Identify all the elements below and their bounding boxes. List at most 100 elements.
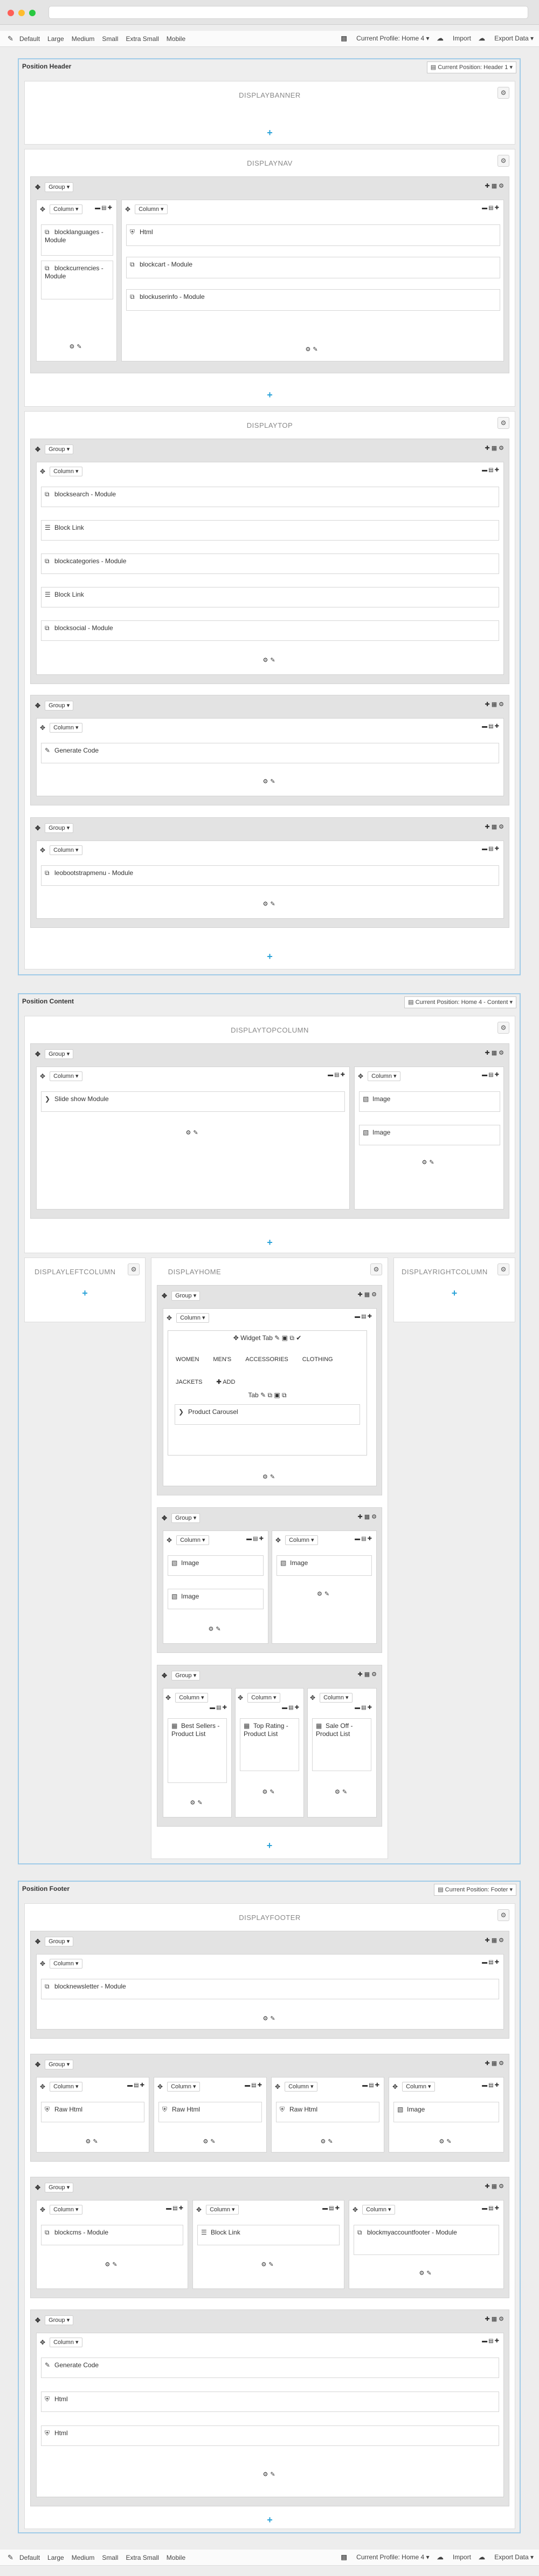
group-dropdown[interactable]: Group ▾ — [45, 823, 74, 833]
column-tools[interactable]: ▬▤✚ — [482, 205, 500, 211]
column-footer-tools[interactable]: ⚙✎ — [163, 1625, 268, 1632]
add-group-icon[interactable]: + — [266, 390, 274, 400]
group-control[interactable]: ✥ Group ▾ — [35, 2315, 74, 2325]
module-image[interactable]: ▧ Image — [393, 2102, 499, 2122]
module-raw-html[interactable]: ⛨ Raw Html — [158, 2102, 262, 2122]
group-control[interactable]: ✥ Group ▾ — [35, 2183, 74, 2192]
widget-tab-header[interactable]: ✥ Widget Tab ✎ ▣ ⧉ ✔ — [171, 1334, 363, 1342]
module-blockcms[interactable]: ⧉ blockcms - Module — [41, 2225, 183, 2245]
column-dropdown[interactable]: Column ▾ — [176, 1535, 209, 1545]
column-control[interactable]: ✥ Column ▾ — [275, 2082, 317, 2092]
column-footer-tools[interactable]: ⚙✎ — [37, 2471, 503, 2478]
add-tab-button[interactable]: ✚ ADD — [217, 1378, 250, 1386]
move-icon[interactable]: ✥ — [162, 1514, 167, 1522]
move-icon[interactable]: ✥ — [35, 702, 40, 709]
profile-dropdown[interactable]: ▤ Current Profile: Home 4 ▾ — [341, 2553, 429, 2561]
column-control[interactable]: ✥ Column ▾ — [167, 1313, 209, 1323]
column-dropdown[interactable]: Column ▾ — [247, 1693, 280, 1703]
group-dropdown[interactable]: Group ▾ — [45, 445, 74, 454]
column-control[interactable]: ✥ Column ▾ — [165, 1693, 208, 1703]
module-blocknewsletter[interactable]: ⧉ blocknewsletter - Module — [41, 1979, 499, 1999]
device-medium[interactable]: Medium — [72, 35, 95, 43]
module-slideshow[interactable]: ❯ Slide show Module — [41, 1091, 345, 1112]
module-raw-html[interactable]: ⛨ Raw Html — [276, 2102, 379, 2122]
column-control[interactable]: ✥ Column ▾ — [40, 2082, 82, 2092]
module-generate-code[interactable]: ✎ Generate Code — [41, 2358, 499, 2378]
module-blocksocial[interactable]: ⧉ blocksocial - Module — [41, 620, 499, 641]
move-icon[interactable]: ✥ — [35, 2061, 40, 2068]
column-footer-tools[interactable]: ⚙✎ — [163, 1799, 231, 1806]
module-html[interactable]: ⛨ Html — [41, 2391, 499, 2412]
group-tools[interactable]: ✚▦⚙ — [485, 1049, 506, 1056]
module-blockcurrencies[interactable]: ⧉ blockcurrencies - Module — [41, 261, 113, 299]
column-footer-tools[interactable]: ⚙✎ — [154, 2138, 266, 2145]
move-icon[interactable]: ✥ — [35, 2184, 40, 2191]
column-footer-tools[interactable]: ⚙✎ — [163, 1473, 376, 1480]
module-blockcategories[interactable]: ⧉ blockcategories - Module — [41, 554, 499, 574]
move-icon[interactable]: ✥ — [35, 1938, 40, 1945]
group-tools[interactable]: ✚▦⚙ — [485, 2060, 506, 2067]
export-button[interactable]: ☁ Export Data ▾ — [479, 35, 534, 42]
add-group-icon[interactable]: + — [81, 1288, 89, 1298]
move-icon[interactable]: ✥ — [162, 1292, 167, 1300]
column-dropdown[interactable]: Column ▾ — [320, 1693, 353, 1703]
module-leobootstrapmenu[interactable]: ⧉ leobootstrapmenu - Module — [41, 865, 499, 886]
add-group-icon[interactable]: + — [266, 2515, 274, 2525]
group-control[interactable]: ✥ Group ▾ — [35, 445, 74, 454]
column-tools[interactable]: ▬▤✚ — [166, 2205, 184, 2211]
column-tools[interactable]: ▬▤✚ — [355, 1705, 373, 1711]
column-footer-tools[interactable]: ⚙✎ — [272, 1590, 376, 1597]
column-tools[interactable]: ▬▤✚ — [322, 2205, 341, 2211]
column-dropdown[interactable]: Column ▾ — [167, 2082, 200, 2092]
group-dropdown[interactable]: Group ▾ — [45, 2315, 74, 2325]
column-footer-tools[interactable]: ⚙✎ — [193, 2261, 344, 2268]
column-footer-tools[interactable]: ⚙✎ — [37, 778, 503, 785]
tab-women[interactable]: WOMEN — [176, 1356, 199, 1364]
tab-jackets[interactable]: JACKETS — [176, 1378, 203, 1386]
column-tools[interactable]: ▬▤✚ — [328, 1072, 346, 1078]
column-tools[interactable]: ▬▤✚ — [482, 2082, 500, 2088]
column-footer-tools[interactable]: ⚙✎ — [37, 657, 503, 664]
tab-accessories[interactable]: ACCESSORIES — [245, 1356, 288, 1364]
device-large[interactable]: Large — [47, 35, 64, 43]
gear-icon[interactable]: ⚙ — [497, 1022, 509, 1034]
move-icon[interactable]: ✥ — [35, 183, 40, 191]
module-html[interactable]: ⛨ Html — [41, 2425, 499, 2446]
column-tools[interactable]: ▬▤✚ — [482, 1959, 500, 1965]
gear-icon[interactable]: ⚙ — [497, 155, 509, 167]
column-footer-tools[interactable]: ⚙✎ — [37, 343, 116, 350]
column-tools[interactable]: ▬▤✚ — [482, 2338, 500, 2344]
module-blockmyaccountfooter[interactable]: ⧉ blockmyaccountfooter - Module — [354, 2225, 499, 2255]
magic-wand-icon[interactable]: ✎ — [8, 35, 13, 43]
column-control[interactable]: ✥ Column ▾ — [275, 1535, 318, 1545]
group-dropdown[interactable]: Group ▾ — [171, 1291, 201, 1301]
add-group-icon[interactable]: + — [451, 1288, 458, 1298]
header-position-select[interactable]: ▤ Current Position: Header 1 ▾ — [426, 62, 516, 73]
module-image[interactable]: ▧ Image — [359, 1091, 500, 1112]
close-dot-icon[interactable] — [8, 10, 14, 16]
column-control[interactable]: ✥ Column ▾ — [40, 467, 82, 476]
zoom-dot-icon[interactable] — [29, 10, 36, 16]
column-dropdown[interactable]: Column ▾ — [206, 2205, 239, 2215]
column-dropdown[interactable]: Column ▾ — [50, 2205, 82, 2215]
column-control[interactable]: ✥ Column ▾ — [40, 204, 82, 214]
column-control[interactable]: ✥ Column ▾ — [196, 2205, 239, 2215]
group-control[interactable]: ✥ Group ▾ — [162, 1291, 201, 1301]
column-control[interactable]: ✥ Column ▾ — [353, 2205, 395, 2215]
device-mobile[interactable]: Mobile — [167, 2554, 185, 2561]
module-blocklanguages[interactable]: ⧉ blocklanguages - Module — [41, 224, 113, 256]
group-control[interactable]: ✥ Group ▾ — [162, 1671, 201, 1680]
column-tools[interactable]: ▬▤✚ — [245, 2082, 263, 2088]
module-html[interactable]: ⛨ Html — [126, 224, 500, 246]
module-top-rating[interactable]: ▦ Top Rating - Product List — [240, 1718, 299, 1771]
column-dropdown[interactable]: Column ▾ — [50, 204, 82, 214]
group-tools[interactable]: ✚▦⚙ — [485, 445, 506, 452]
column-tools[interactable]: ▬▤✚ — [355, 1314, 373, 1320]
add-group-icon[interactable]: + — [266, 952, 274, 961]
module-generate-code[interactable]: ✎ Generate Code — [41, 743, 499, 763]
move-icon[interactable]: ✥ — [35, 824, 40, 832]
group-tools[interactable]: ✚▦⚙ — [358, 1291, 378, 1298]
address-bar[interactable] — [49, 6, 528, 19]
column-footer-tools[interactable]: ⚙✎ — [272, 2138, 384, 2145]
device-extra-small[interactable]: Extra Small — [126, 2554, 158, 2561]
